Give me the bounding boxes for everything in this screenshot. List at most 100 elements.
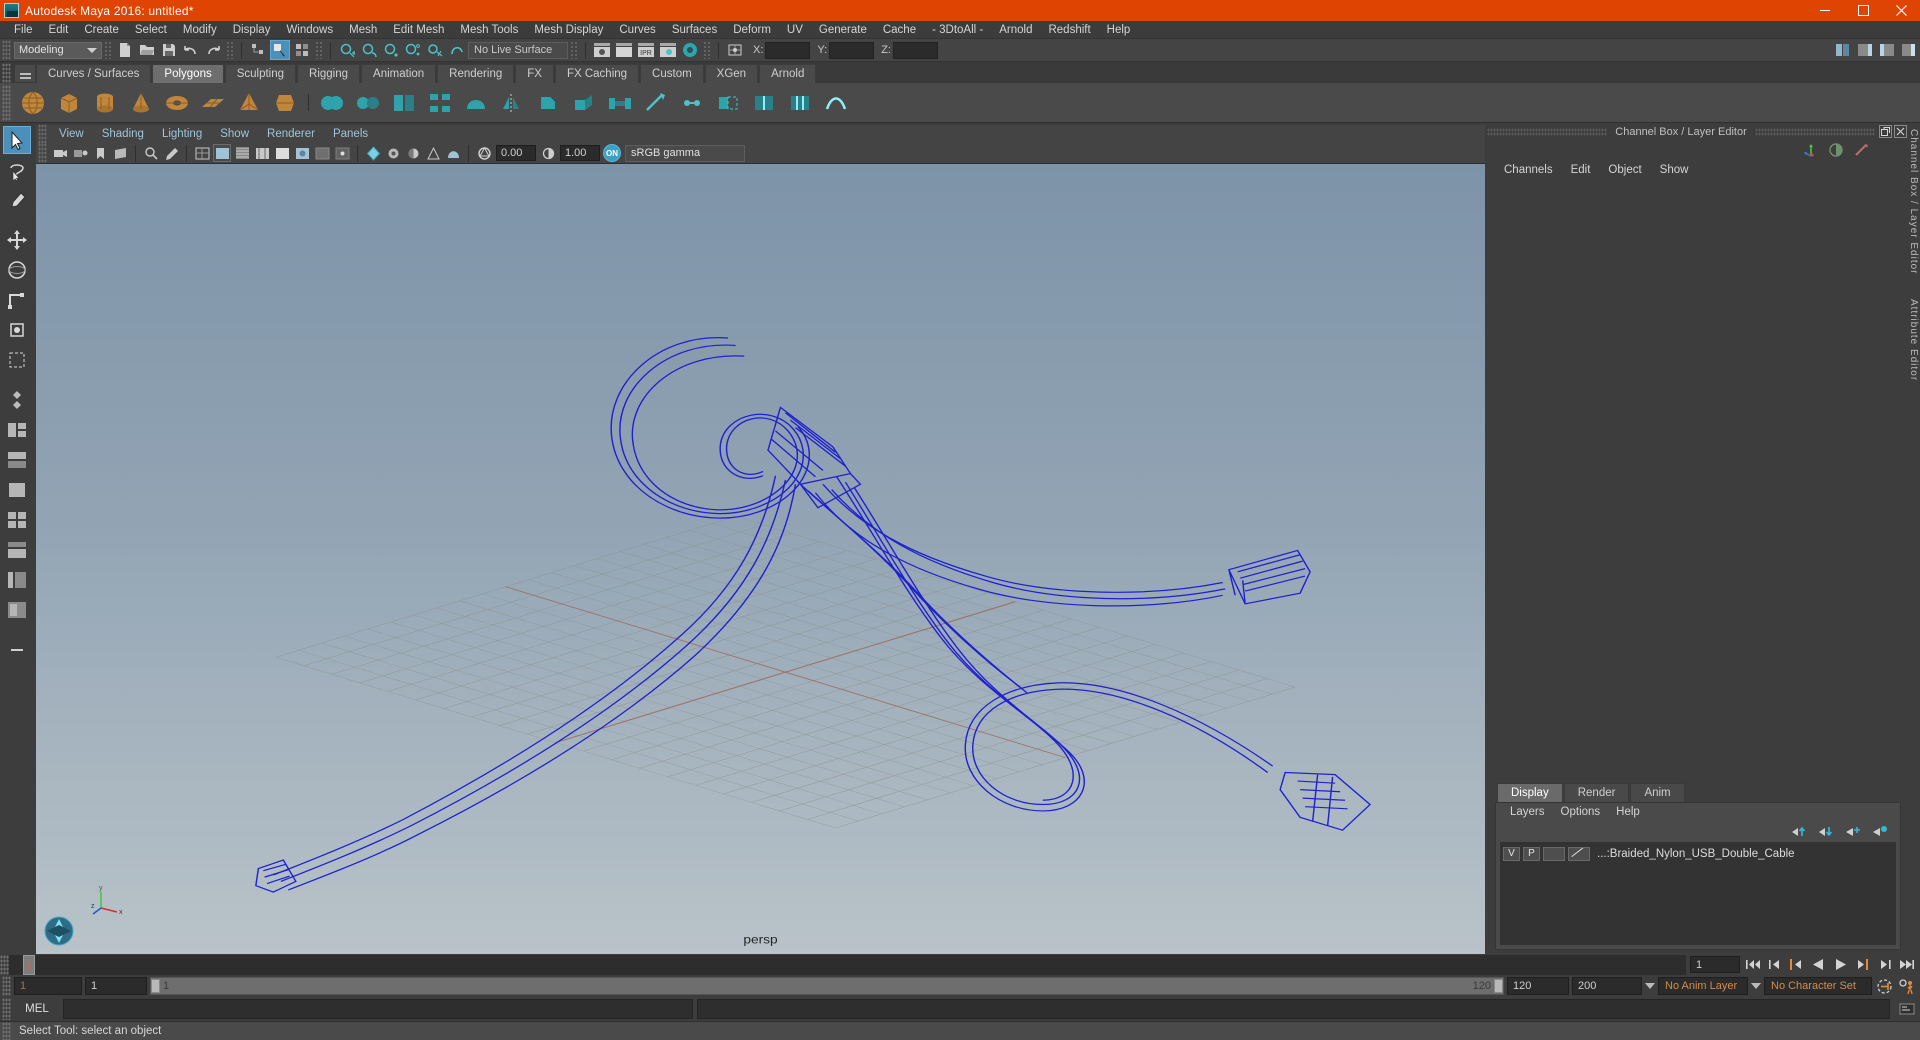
shelf-menu-button[interactable] (14, 64, 36, 83)
menu-item-generate[interactable]: Generate (811, 21, 875, 39)
gamma-value-field[interactable]: 1.00 (560, 145, 600, 161)
select-by-hierarchy-button[interactable] (248, 40, 268, 60)
time-slider-grip[interactable] (0, 954, 9, 975)
open-scene-button[interactable] (137, 40, 157, 60)
polygon-cone-icon[interactable] (125, 87, 157, 119)
play-forwards-icon[interactable] (1831, 955, 1850, 974)
polygon-cube-icon[interactable] (53, 87, 85, 119)
shelf-tab-sculpting[interactable]: Sculpting (224, 64, 297, 83)
z-coordinate-field[interactable] (892, 41, 938, 59)
command-input[interactable] (63, 999, 693, 1019)
extrude-icon[interactable] (568, 87, 600, 119)
persp-graph-layout-icon[interactable] (3, 446, 31, 474)
menu-item-redshift[interactable]: Redshift (1040, 21, 1098, 39)
render-current-frame-button[interactable] (592, 40, 612, 60)
redo-previous-render-button[interactable] (614, 40, 634, 60)
polygon-torus-icon[interactable] (161, 87, 193, 119)
color-management-toggle[interactable]: ON (603, 144, 621, 162)
shelf-tab-rigging[interactable]: Rigging (297, 64, 361, 83)
undo-button[interactable] (181, 40, 201, 60)
two-d-pan-zoom-icon[interactable] (142, 144, 160, 162)
range-end-handle[interactable] (1494, 979, 1503, 993)
shelf-tab-custom[interactable]: Custom (640, 64, 704, 83)
show-hide-channel-box-button[interactable] (1899, 40, 1919, 60)
select-tool[interactable] (3, 126, 31, 154)
layer-visibility-toggle[interactable]: V (1503, 846, 1520, 861)
layer-menu-options[interactable]: Options (1553, 803, 1609, 822)
image-plane-icon[interactable] (111, 144, 129, 162)
shelf-tab-polygons[interactable]: Polygons (152, 64, 224, 83)
combine-icon[interactable] (316, 87, 348, 119)
soft-modification-tool[interactable] (3, 346, 31, 374)
go-to-end-icon[interactable] (1897, 955, 1916, 974)
snap-to-projected-center-button[interactable] (403, 40, 423, 60)
menu-item-deform[interactable]: Deform (725, 21, 779, 39)
menu-item-mesh-tools[interactable]: Mesh Tools (452, 21, 526, 39)
anti-alias-icon[interactable] (424, 144, 442, 162)
high-quality-render-icon[interactable] (364, 144, 382, 162)
save-scene-button[interactable] (159, 40, 179, 60)
shelf-tab-curves-surfaces[interactable]: Curves / Surfaces (36, 64, 152, 83)
y-coordinate-field[interactable] (829, 41, 875, 59)
snap-to-grid-button[interactable] (337, 40, 357, 60)
layer-tab-anim[interactable]: Anim (1630, 783, 1685, 802)
new-layer-icon[interactable] (1844, 825, 1861, 838)
wireframe-on-shaded-icon[interactable] (253, 144, 271, 162)
range-bar[interactable]: 1 120 (150, 977, 1504, 995)
rotate-tool[interactable] (3, 256, 31, 284)
make-live-button[interactable] (447, 40, 467, 60)
crease-tool-icon[interactable] (820, 87, 852, 119)
view-compass-icon[interactable] (42, 914, 76, 948)
move-layer-up-icon[interactable] (1790, 825, 1807, 838)
maximize-button[interactable] (1844, 0, 1882, 21)
range-slider-grip[interactable] (2, 976, 11, 996)
show-hide-modeling-toolkit-button[interactable] (1833, 40, 1853, 60)
viewport-toolbar-grip[interactable] (38, 143, 47, 163)
close-icon[interactable] (1894, 125, 1907, 138)
universal-manipulator-tool[interactable] (3, 316, 31, 344)
scale-tool[interactable] (3, 286, 31, 314)
viewport-menu-show[interactable]: Show (211, 125, 258, 143)
layer-menu-help[interactable]: Help (1608, 803, 1648, 822)
layer-menu-layers[interactable]: Layers (1502, 803, 1553, 822)
character-set-dropdown-icon[interactable] (1751, 983, 1761, 989)
move-tool[interactable] (3, 226, 31, 254)
single-perspective-layout-icon[interactable] (3, 476, 31, 504)
multi-cut-tool-icon[interactable] (640, 87, 672, 119)
channel-menu-edit[interactable]: Edit (1562, 160, 1600, 180)
polygon-plane-icon[interactable] (197, 87, 229, 119)
polygon-cylinder-icon[interactable] (89, 87, 121, 119)
status-bar-grip[interactable] (2, 1022, 11, 1040)
channel-menu-object[interactable]: Object (1599, 160, 1650, 180)
menu-set-selector[interactable]: Modeling (14, 41, 102, 59)
mirror-geometry-icon[interactable] (496, 87, 528, 119)
polygon-pyramid-icon[interactable] (233, 87, 265, 119)
shelf-items-grip[interactable] (2, 84, 11, 121)
xray-joints-icon[interactable] (333, 144, 351, 162)
layer-playback-toggle[interactable]: P (1523, 846, 1540, 861)
gamma-icon[interactable] (539, 144, 557, 162)
lasso-select-tool[interactable] (3, 156, 31, 184)
step-back-frame-icon[interactable] (1787, 955, 1806, 974)
ipr-render-button[interactable]: IPR (636, 40, 656, 60)
shelf-tab-fx-caching[interactable]: FX Caching (554, 64, 640, 83)
camera-attributes-icon[interactable] (71, 144, 89, 162)
anim-layer-selector[interactable]: No Anim Layer (1658, 977, 1748, 995)
menu-item-surfaces[interactable]: Surfaces (664, 21, 725, 39)
outliner-layout-icon[interactable] (3, 566, 31, 594)
range-start-field[interactable]: 1 (85, 977, 147, 995)
menu-item-curves[interactable]: Curves (611, 21, 663, 39)
menu-item-modify[interactable]: Modify (175, 21, 225, 39)
layer-row[interactable]: V P ...:Braided_Nylon_USB_Double_Cable (1500, 845, 1896, 862)
smooth-shade-all-icon[interactable] (213, 144, 231, 162)
x-coordinate-field[interactable] (765, 41, 811, 59)
layer-tab-render[interactable]: Render (1563, 783, 1630, 802)
shelf-tab-fx[interactable]: FX (515, 64, 554, 83)
step-forward-frame-icon[interactable] (1853, 955, 1872, 974)
menu-item-file[interactable]: File (6, 21, 41, 39)
new-layer-from-selected-icon[interactable] (1871, 825, 1888, 838)
bookmark-icon[interactable] (91, 144, 109, 162)
channel-menu-channels[interactable]: Channels (1495, 160, 1562, 180)
smooth-icon[interactable] (460, 87, 492, 119)
select-by-component-type-button[interactable] (292, 40, 312, 60)
